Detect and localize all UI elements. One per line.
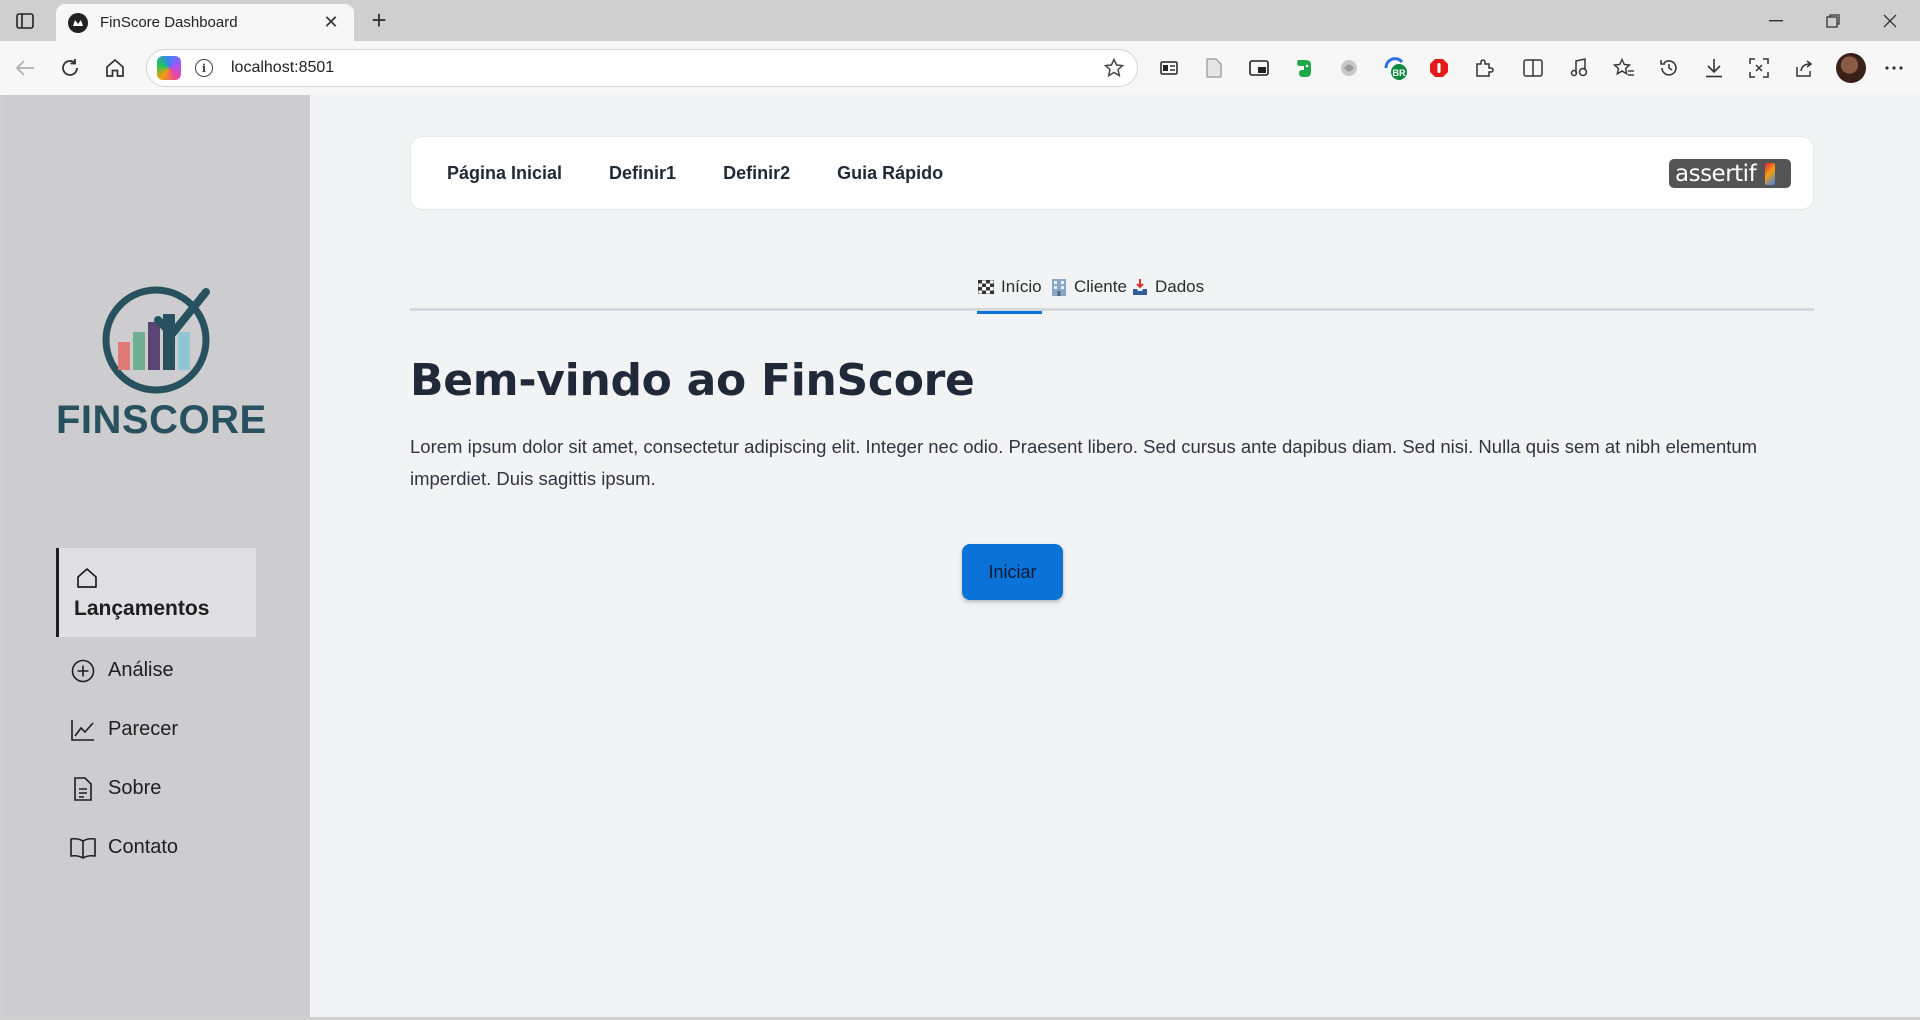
screenshot-icon[interactable]: [1746, 55, 1772, 81]
assertif-logo: assertif: [1669, 159, 1791, 188]
nav-link-guia-rapido[interactable]: Guia Rápido: [837, 163, 943, 184]
document-icon: [70, 776, 96, 802]
top-navigation: Página Inicial Definir1 Definir2 Guia Rá…: [410, 136, 1814, 210]
tab-actions-icon[interactable]: [10, 8, 40, 34]
brand-text: assertif: [1675, 160, 1757, 187]
book-icon: [70, 835, 96, 861]
evernote-icon[interactable]: [1291, 55, 1317, 81]
tab-cliente[interactable]: Cliente: [1050, 263, 1127, 311]
translator-extension-icon[interactable]: BR: [1381, 55, 1413, 81]
site-info-icon[interactable]: i: [195, 59, 213, 77]
profile-avatar[interactable]: [1836, 53, 1866, 83]
adblock-icon[interactable]: [1426, 55, 1452, 81]
back-arrow-icon[interactable]: [10, 53, 40, 83]
sidebar: FINSCORE Lançamentos Análise Parecer Sob…: [4, 95, 310, 1017]
sidebar-item-label: Análise: [108, 659, 174, 681]
tab-inicio[interactable]: Início: [977, 263, 1042, 314]
new-tab-button[interactable]: +: [364, 6, 394, 36]
close-tab-icon[interactable]: ✕: [320, 12, 342, 33]
downloads-icon[interactable]: [1701, 55, 1727, 81]
browser-tab-bar: FinScore Dashboard ✕ +: [0, 0, 1920, 41]
share-icon[interactable]: [1791, 55, 1817, 81]
url-text[interactable]: localhost:8501: [231, 59, 1099, 77]
checkered-flag-icon: [977, 278, 995, 296]
nav-link-definir2[interactable]: Definir2: [723, 163, 790, 184]
sidebar-item-label: Contato: [108, 836, 179, 858]
picture-in-picture-icon[interactable]: [1246, 55, 1272, 81]
extensions-puzzle-icon[interactable]: [1471, 55, 1497, 81]
content-tabs: Início Cliente Dados: [410, 263, 1814, 314]
nav-link-pagina-inicial[interactable]: Página Inicial: [447, 163, 562, 184]
sidebar-item-analise[interactable]: Análise: [56, 641, 256, 700]
home-icon: [74, 565, 100, 591]
sidebar-item-lancamentos[interactable]: Lançamentos: [56, 548, 256, 637]
office-building-icon: [1050, 278, 1068, 296]
reload-icon[interactable]: [55, 53, 85, 83]
tab-label: Dados: [1155, 277, 1205, 296]
media-control-icon[interactable]: [1566, 55, 1592, 81]
favorite-star-icon[interactable]: [1099, 58, 1129, 78]
address-bar[interactable]: i localhost:8501: [146, 49, 1138, 87]
tab-label: Início: [1001, 277, 1042, 296]
streamlit-favicon-icon: [68, 12, 88, 33]
logo-text: FINSCORE: [56, 398, 267, 442]
more-menu-icon[interactable]: [1881, 55, 1907, 81]
browser-toolbar: i localhost:8501 BR: [0, 41, 1920, 95]
nav-link-definir1[interactable]: Definir1: [609, 163, 676, 184]
tab-dados[interactable]: Dados: [1131, 263, 1204, 311]
extension-badge: BR: [1393, 68, 1406, 78]
home-browser-icon[interactable]: [100, 53, 130, 83]
sidebar-item-label: Lançamentos: [74, 596, 210, 620]
history-icon[interactable]: [1656, 55, 1682, 81]
line-chart-icon: [70, 717, 96, 743]
browser-tab-title: FinScore Dashboard: [100, 14, 238, 31]
minimize-icon[interactable]: [1756, 8, 1796, 34]
brand-mark-icon: [1765, 163, 1775, 185]
tab-label: Cliente: [1074, 277, 1127, 296]
plus-circle-icon: [70, 658, 96, 684]
sidebar-menu: Lançamentos Análise Parecer Sobre Contat…: [56, 548, 256, 877]
finscore-logo-icon: [102, 286, 210, 394]
sidebar-item-label: Parecer: [108, 718, 179, 740]
restore-icon[interactable]: [1813, 8, 1853, 34]
sidebar-item-label: Sobre: [108, 777, 162, 799]
page-title: Bem-vindo ao FinScore: [410, 355, 975, 406]
app-viewport: FINSCORE Lançamentos Análise Parecer Sob…: [4, 95, 1920, 1017]
sidebar-item-contato[interactable]: Contato: [56, 818, 256, 877]
intro-paragraph: Lorem ipsum dolor sit amet, consectetur …: [410, 436, 1758, 489]
main-content: Página Inicial Definir1 Definir2 Guia Rá…: [310, 95, 1920, 1017]
iniciar-button[interactable]: Iniciar: [962, 544, 1063, 600]
browser-tab[interactable]: FinScore Dashboard ✕: [56, 4, 354, 41]
extension-grey-icon[interactable]: [1336, 55, 1362, 81]
favorites-icon[interactable]: [1611, 55, 1637, 81]
finscore-logo: FINSCORE: [56, 280, 267, 442]
sidebar-item-parecer[interactable]: Parecer: [56, 700, 256, 759]
page-icon[interactable]: [1201, 55, 1227, 81]
split-screen-icon[interactable]: [1520, 55, 1546, 81]
inbox-tray-icon: [1131, 278, 1149, 296]
copilot-icon[interactable]: [157, 56, 181, 80]
close-window-icon[interactable]: [1870, 8, 1910, 34]
reader-view-icon[interactable]: [1156, 55, 1182, 81]
sidebar-item-sobre[interactable]: Sobre: [56, 759, 256, 818]
